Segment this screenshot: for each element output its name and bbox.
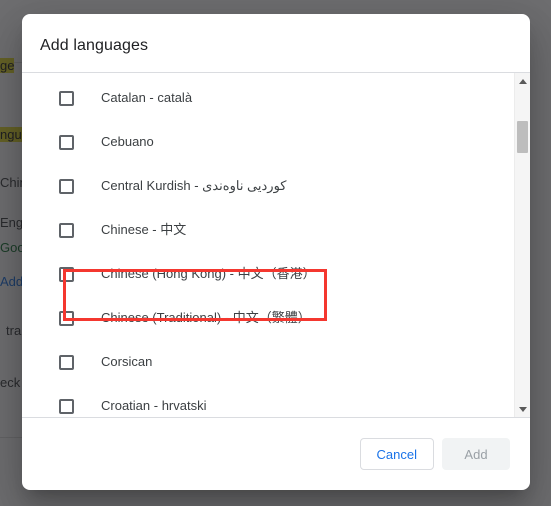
language-label: Catalan - català bbox=[101, 90, 193, 105]
checkbox-unchecked-icon[interactable] bbox=[59, 222, 74, 238]
scrollbar-thumb[interactable] bbox=[517, 121, 528, 153]
cancel-button[interactable]: Cancel bbox=[359, 438, 434, 470]
language-list-item[interactable]: Chinese - 中文 bbox=[22, 208, 514, 252]
language-list[interactable]: Catalan - català Cebuano Central Kurdish -… bbox=[22, 73, 514, 417]
language-label: Central Kurdish - کوردیی ناوەندی bbox=[101, 178, 287, 193]
checkbox-unchecked-icon[interactable] bbox=[59, 178, 74, 194]
checkbox-unchecked-icon[interactable] bbox=[59, 266, 74, 282]
language-label: Croatian - hrvatski bbox=[101, 398, 207, 413]
language-label: Chinese (Traditional) - 中文（繁體） bbox=[101, 310, 311, 325]
checkbox-unchecked-icon[interactable] bbox=[59, 134, 74, 150]
language-list-item[interactable]: Chinese (Hong Kong) - 中文（香港） bbox=[22, 252, 514, 296]
add-button[interactable]: Add bbox=[442, 438, 510, 470]
language-list-item[interactable]: Corsican bbox=[22, 340, 514, 384]
triangle-down-icon bbox=[518, 406, 527, 412]
checkbox-unchecked-icon[interactable] bbox=[59, 354, 74, 370]
checkbox-unchecked-icon[interactable] bbox=[59, 310, 74, 326]
language-list-item[interactable]: Cebuano bbox=[22, 120, 514, 164]
dialog-footer: Cancel Add bbox=[22, 418, 530, 490]
dialog-body: Catalan - català Cebuano Central Kurdish -… bbox=[22, 73, 530, 417]
language-list-item[interactable]: Catalan - català bbox=[22, 76, 514, 120]
scroll-up-arrow-icon[interactable] bbox=[515, 73, 530, 89]
language-list-item[interactable]: Central Kurdish - کوردیی ناوەندی bbox=[22, 164, 514, 208]
language-label: Corsican bbox=[101, 354, 153, 369]
scroll-down-arrow-icon[interactable] bbox=[515, 401, 530, 417]
language-label: Cebuano bbox=[101, 134, 154, 149]
triangle-up-icon bbox=[518, 78, 527, 84]
language-list-scrollbar[interactable] bbox=[514, 73, 530, 417]
checkbox-unchecked-icon[interactable] bbox=[59, 398, 74, 414]
language-list-item[interactable]: Chinese (Traditional) - 中文（繁體） bbox=[22, 296, 514, 340]
language-label: Chinese (Hong Kong) - 中文（香港） bbox=[101, 266, 316, 281]
language-list-item[interactable]: Croatian - hrvatski bbox=[22, 384, 514, 417]
language-label: Chinese - 中文 bbox=[101, 222, 187, 237]
dialog-title: Add languages bbox=[40, 37, 149, 54]
checkbox-unchecked-icon[interactable] bbox=[59, 90, 74, 106]
add-languages-dialog: Add languages Catalan - català Cebuano Cen… bbox=[22, 14, 530, 490]
